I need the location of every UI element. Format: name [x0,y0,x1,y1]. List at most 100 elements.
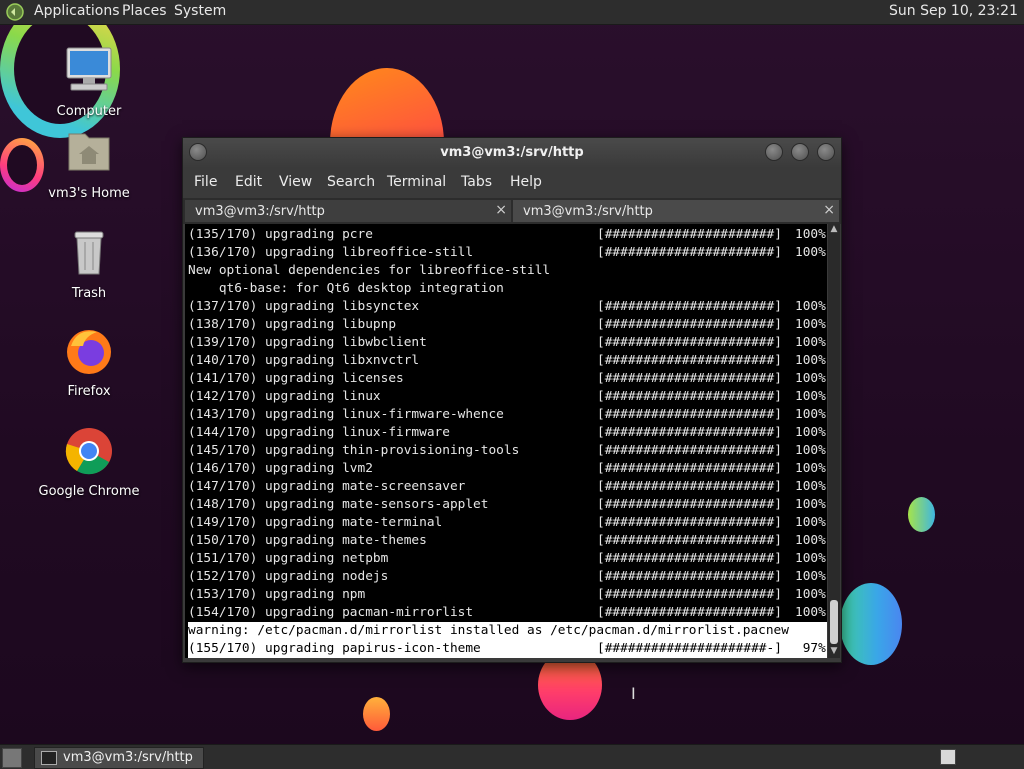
bottom-panel: vm3@vm3:/srv/http [0,744,1024,769]
terminal-line: (146/170) upgrading lvm2 [###############… [188,460,827,478]
terminal-line: (140/170) upgrading libxnvctrl [#########… [188,352,827,370]
terminal-line-text: (155/170) upgrading papirus-icon-theme [188,641,481,656]
terminal-line: qt6-base: for Qt6 desktop integration [188,280,827,298]
progress-bar-text: [######################] [597,551,782,566]
terminal-line-text: (146/170) upgrading lvm2 [188,461,373,476]
progress-percent: 100% [795,497,826,512]
progress-bar-text: [######################] [597,389,782,404]
scroll-up-icon[interactable]: ▲ [828,224,840,236]
desktop-icon-firefox[interactable]: Firefox [29,326,149,399]
terminal-line-text: (143/170) upgrading linux-firmware-whenc… [188,407,504,422]
terminal-line: (154/170) upgrading pacman-mirrorlist [##… [188,604,827,622]
progress-bar-text: [######################] [597,317,782,332]
terminal-line-text: qt6-base: for Qt6 desktop integration [188,281,504,296]
terminal-line: (139/170) upgrading libwbclient [########… [188,334,827,352]
progress-bar-text: [######################] [597,479,782,494]
terminal-line-text: warning: /etc/pacman.d/mirrorlist instal… [188,623,789,638]
applications-menu[interactable]: Applications [34,3,120,19]
terminal-line-text: (139/170) upgrading libwbclient [188,335,427,350]
computer-icon [66,47,112,91]
tab-2[interactable]: vm3@vm3:/srv/http × [513,200,839,222]
tab-close-icon[interactable]: × [823,202,835,218]
terminal-window[interactable]: vm3@vm3:/srv/http File Edit View Search … [182,137,842,663]
progress-percent: 100% [795,227,826,242]
progress-bar-text: [######################] [597,605,782,620]
terminal-line-text: New optional dependencies for libreoffic… [188,263,551,278]
terminal-line-text: (148/170) upgrading mate-sensors-applet [188,497,489,512]
menu-search[interactable]: Search [327,174,375,190]
desktop-icon-label: Trash [71,286,107,301]
progress-percent: 100% [795,317,826,332]
progress-percent: 100% [795,605,826,620]
window-title: vm3@vm3:/srv/http [440,145,584,160]
progress-bar-text: [######################] [597,371,782,386]
taskbar-button-label: vm3@vm3:/srv/http [63,750,193,765]
menu-file[interactable]: File [194,174,217,190]
progress-bar-text: [######################] [597,461,782,476]
tab-1[interactable]: vm3@vm3:/srv/http × [185,200,511,222]
mate-logo-icon[interactable] [6,3,24,21]
progress-bar-text: [######################] [597,425,782,440]
desktop-icon-trash[interactable]: Trash [29,228,149,301]
terminal-line-text: (147/170) upgrading mate-screensaver [188,479,466,494]
progress-bar-text: [######################] [597,407,782,422]
clock[interactable]: Sun Sep 10, 23:21 [889,3,1018,19]
terminal-line-text: (153/170) upgrading npm [188,587,366,602]
progress-bar-text: [######################] [597,533,782,548]
terminal-line: (150/170) upgrading mate-themes [########… [188,532,827,550]
terminal-line: (151/170) upgrading netpbm [#############… [188,550,827,568]
menu-terminal[interactable]: Terminal [387,174,446,190]
menu-help[interactable]: Help [510,174,542,190]
terminal-output[interactable]: (135/170) upgrading pcre [###############… [185,224,827,658]
progress-percent: 100% [795,515,826,530]
terminal-line-text: (135/170) upgrading pcre [188,227,373,242]
progress-percent: 100% [795,569,826,584]
terminal-line: (152/170) upgrading nodejs [#############… [188,568,827,586]
progress-percent: 100% [795,587,826,602]
close-button[interactable] [817,143,835,161]
terminal-line-text: (140/170) upgrading libxnvctrl [188,353,420,368]
title-bar[interactable]: vm3@vm3:/srv/http [183,138,841,168]
text-cursor-icon: I [631,684,636,703]
tab-label: vm3@vm3:/srv/http [195,204,325,219]
places-menu[interactable]: Places [122,3,167,19]
terminal-line-text: (151/170) upgrading netpbm [188,551,389,566]
system-menu[interactable]: System [174,3,226,19]
show-desktop-icon[interactable] [2,748,22,768]
terminal-line: (141/170) upgrading licenses [###########… [188,370,827,388]
scrollbar[interactable]: ▲ ▼ [828,224,840,658]
terminal-line: warning: /etc/pacman.d/mirrorlist instal… [188,622,827,640]
terminal-line-text: (136/170) upgrading libreoffice-still [188,245,474,260]
terminal-line: (149/170) upgrading mate-terminal [######… [188,514,827,532]
workspace-switcher[interactable] [940,749,956,765]
scroll-down-icon[interactable]: ▼ [828,646,840,658]
progress-percent: 100% [795,371,826,386]
tab-close-icon[interactable]: × [495,202,507,218]
progress-bar-text: [#####################-] [597,641,782,656]
terminal-line: (138/170) upgrading libupnp [############… [188,316,827,334]
minimize-button[interactable] [765,143,783,161]
wallpaper-shape [363,697,390,731]
tab-bar: vm3@vm3:/srv/http × vm3@vm3:/srv/http × [183,198,841,224]
menu-edit[interactable]: Edit [235,174,262,190]
firefox-icon [67,330,111,374]
terminal-icon [41,751,57,765]
menu-tabs[interactable]: Tabs [461,174,492,190]
terminal-line-text: (144/170) upgrading linux-firmware [188,425,450,440]
terminal-line: (136/170) upgrading libreoffice-still [##… [188,244,827,262]
desktop-icon-chrome[interactable]: Google Chrome [29,426,149,499]
desktop-icon-computer[interactable]: Computer [29,46,149,119]
terminal-line: (153/170) upgrading npm [################… [188,586,827,604]
terminal-line-text: (150/170) upgrading mate-themes [188,533,427,548]
progress-percent: 100% [795,425,826,440]
menu-view[interactable]: View [279,174,312,190]
desktop-icon-home[interactable]: vm3's Home [29,128,149,201]
taskbar-button[interactable]: vm3@vm3:/srv/http [34,747,204,769]
terminal-line-text: (142/170) upgrading linux [188,389,381,404]
maximize-button[interactable] [791,143,809,161]
terminal-line: (144/170) upgrading linux-firmware [#####… [188,424,827,442]
progress-bar-text: [######################] [597,353,782,368]
scroll-thumb[interactable] [830,600,838,644]
trash-icon [74,231,104,275]
progress-percent: 100% [795,479,826,494]
